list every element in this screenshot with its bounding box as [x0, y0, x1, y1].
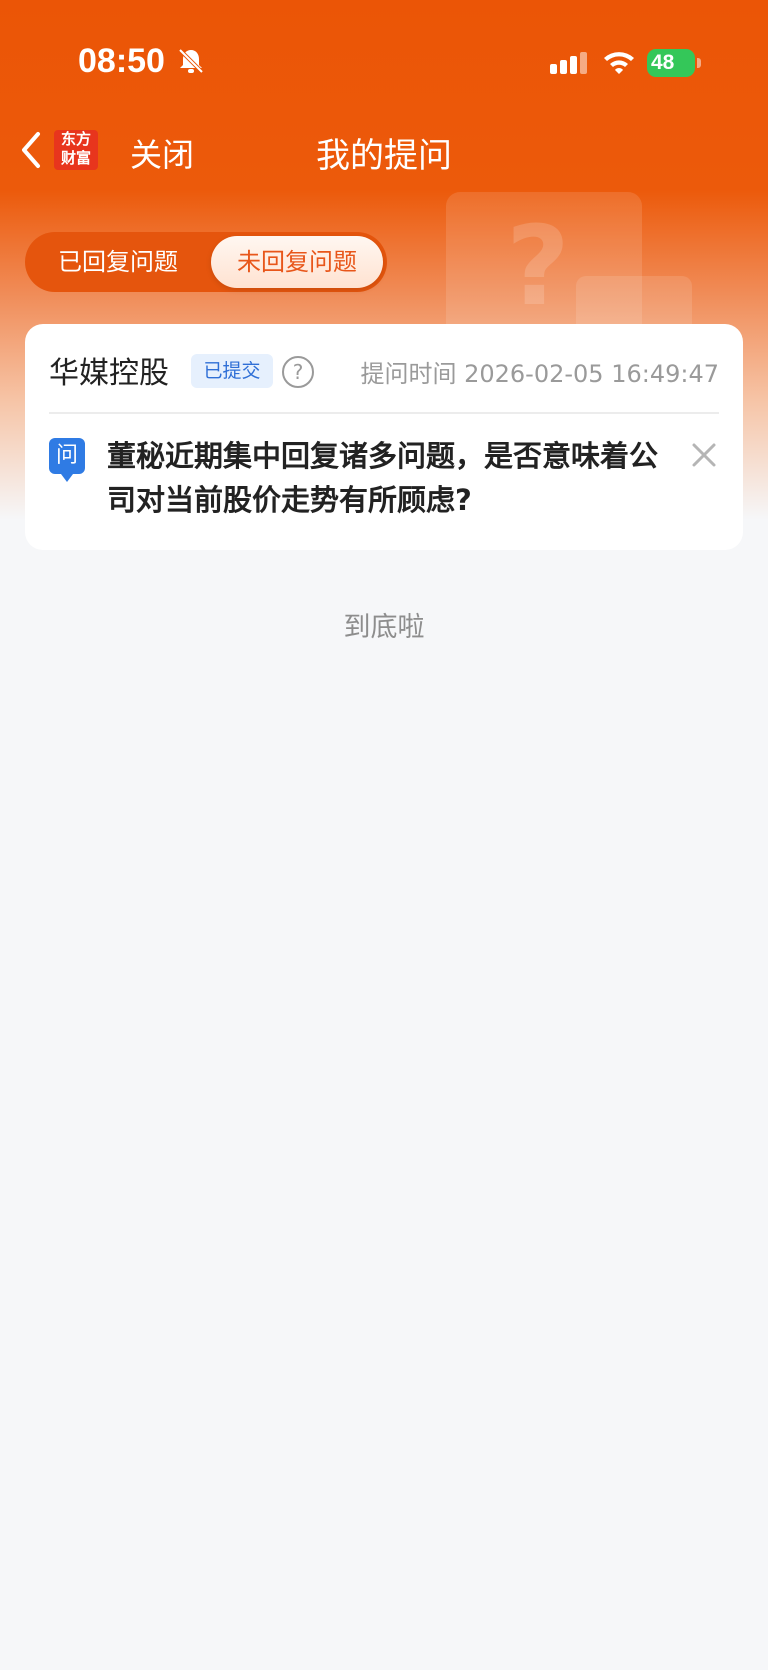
close-icon[interactable]: [689, 440, 719, 470]
status-time: 08:50: [78, 42, 165, 80]
question-icon: 问: [49, 438, 85, 482]
card-divider: [49, 412, 719, 414]
help-icon[interactable]: ?: [282, 356, 314, 388]
tab-unreplied[interactable]: 未回复问题: [211, 236, 383, 288]
question-text: 董秘近期集中回复诸多问题，是否意味着公司对当前股价走势有所顾虑?: [107, 439, 659, 517]
bell-off-icon: [178, 48, 204, 74]
status-badge: 已提交: [191, 354, 273, 388]
page-title: 我的提问: [316, 136, 452, 176]
tab-bar: 已回复问题 未回复问题: [25, 232, 387, 292]
end-of-list-text: 到底啦: [343, 612, 425, 643]
cellular-signal-icon: [550, 52, 587, 74]
question-card[interactable]: 华媒控股 已提交 ? 提问时间 2026-02-05 16:49:47 问 董秘…: [25, 324, 743, 550]
question-time: 提问时间 2026-02-05 16:49:47: [360, 360, 719, 388]
battery-indicator: 48: [647, 49, 701, 77]
company-name: 华媒控股: [49, 356, 169, 391]
wifi-icon: [604, 52, 634, 74]
tab-replied[interactable]: 已回复问题: [25, 232, 211, 292]
